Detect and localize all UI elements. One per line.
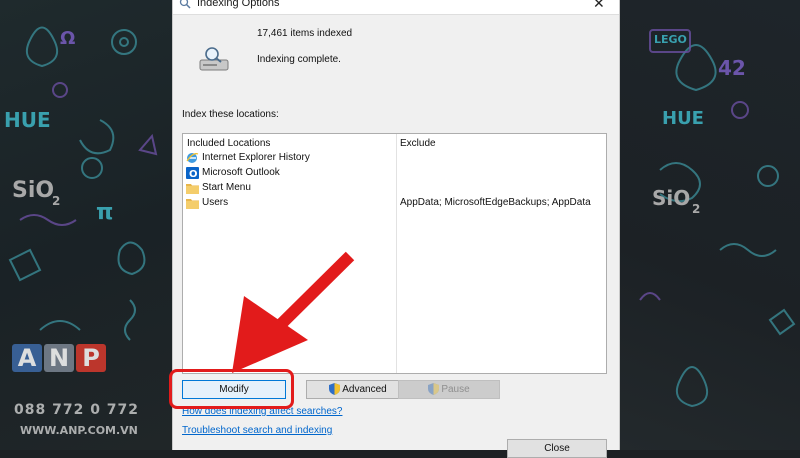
logo-letter: A — [12, 344, 42, 372]
modify-highlight-box — [169, 369, 294, 409]
red-arrow-annotation — [232, 251, 355, 373]
logo-letter: P — [76, 344, 106, 372]
watermark-phone: 088 772 0 772 — [14, 402, 140, 418]
logo-letter: N — [44, 344, 74, 372]
anp-logo: ANP — [12, 344, 108, 372]
watermark-website: WWW.ANP.COM.VN — [20, 424, 138, 437]
